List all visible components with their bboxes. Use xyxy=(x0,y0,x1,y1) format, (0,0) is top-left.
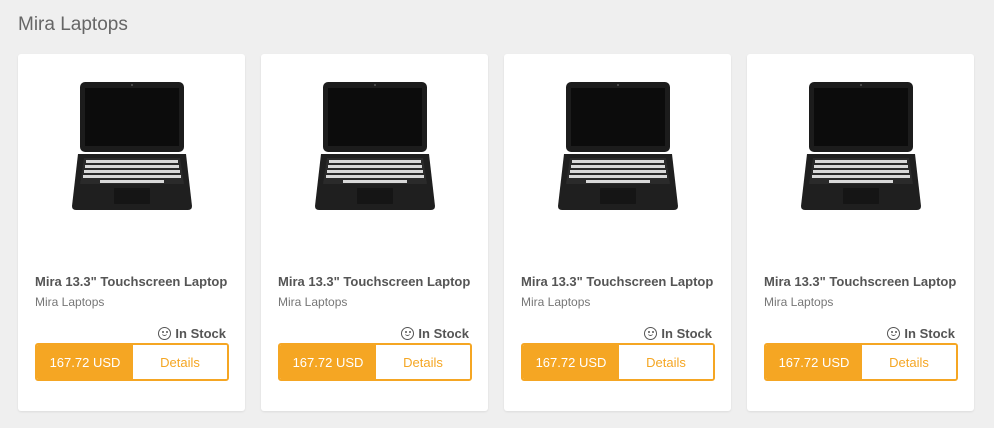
details-button[interactable]: Details xyxy=(376,345,470,379)
stock-label: In Stock xyxy=(418,326,469,341)
stock-status: In Stock xyxy=(158,326,226,341)
price-button[interactable]: 167.72 USD xyxy=(37,345,133,379)
product-name[interactable]: Mira 13.3" Touchscreen Laptop xyxy=(278,274,474,289)
laptop-image[interactable] xyxy=(556,80,680,214)
smiley-icon xyxy=(158,327,172,340)
product-card: Mira 13.3" Touchscreen Laptop Mira Lapto… xyxy=(504,54,731,411)
product-name[interactable]: Mira 13.3" Touchscreen Laptop xyxy=(521,274,717,289)
smiley-icon xyxy=(644,327,658,340)
smiley-icon xyxy=(887,327,901,340)
details-button[interactable]: Details xyxy=(619,345,713,379)
product-card: Mira 13.3" Touchscreen Laptop Mira Lapto… xyxy=(747,54,974,411)
price-button[interactable]: 167.72 USD xyxy=(280,345,376,379)
smiley-icon xyxy=(401,327,415,340)
stock-status: In Stock xyxy=(887,326,955,341)
action-bar: 167.72 USD Details xyxy=(521,343,715,381)
product-name[interactable]: Mira 13.3" Touchscreen Laptop xyxy=(35,274,231,289)
laptop-image[interactable] xyxy=(799,80,923,214)
price-button[interactable]: 167.72 USD xyxy=(523,345,619,379)
stock-status: In Stock xyxy=(401,326,469,341)
product-brand: Mira Laptops xyxy=(278,295,348,309)
product-brand: Mira Laptops xyxy=(764,295,834,309)
action-bar: 167.72 USD Details xyxy=(35,343,229,381)
product-brand: Mira Laptops xyxy=(521,295,591,309)
laptop-image[interactable] xyxy=(313,80,437,214)
details-button[interactable]: Details xyxy=(133,345,227,379)
stock-label: In Stock xyxy=(661,326,712,341)
product-name[interactable]: Mira 13.3" Touchscreen Laptop xyxy=(764,274,960,289)
laptop-image[interactable] xyxy=(70,80,194,214)
product-brand: Mira Laptops xyxy=(35,295,105,309)
stock-label: In Stock xyxy=(904,326,955,341)
details-button[interactable]: Details xyxy=(862,345,956,379)
action-bar: 167.72 USD Details xyxy=(278,343,472,381)
action-bar: 167.72 USD Details xyxy=(764,343,958,381)
stock-status: In Stock xyxy=(644,326,712,341)
product-card: Mira 13.3" Touchscreen Laptop Mira Lapto… xyxy=(18,54,245,411)
product-grid: Mira 13.3" Touchscreen Laptop Mira Lapto… xyxy=(18,54,974,411)
product-card: Mira 13.3" Touchscreen Laptop Mira Lapto… xyxy=(261,54,488,411)
stock-label: In Stock xyxy=(175,326,226,341)
page-title: Mira Laptops xyxy=(18,14,128,35)
price-button[interactable]: 167.72 USD xyxy=(766,345,862,379)
